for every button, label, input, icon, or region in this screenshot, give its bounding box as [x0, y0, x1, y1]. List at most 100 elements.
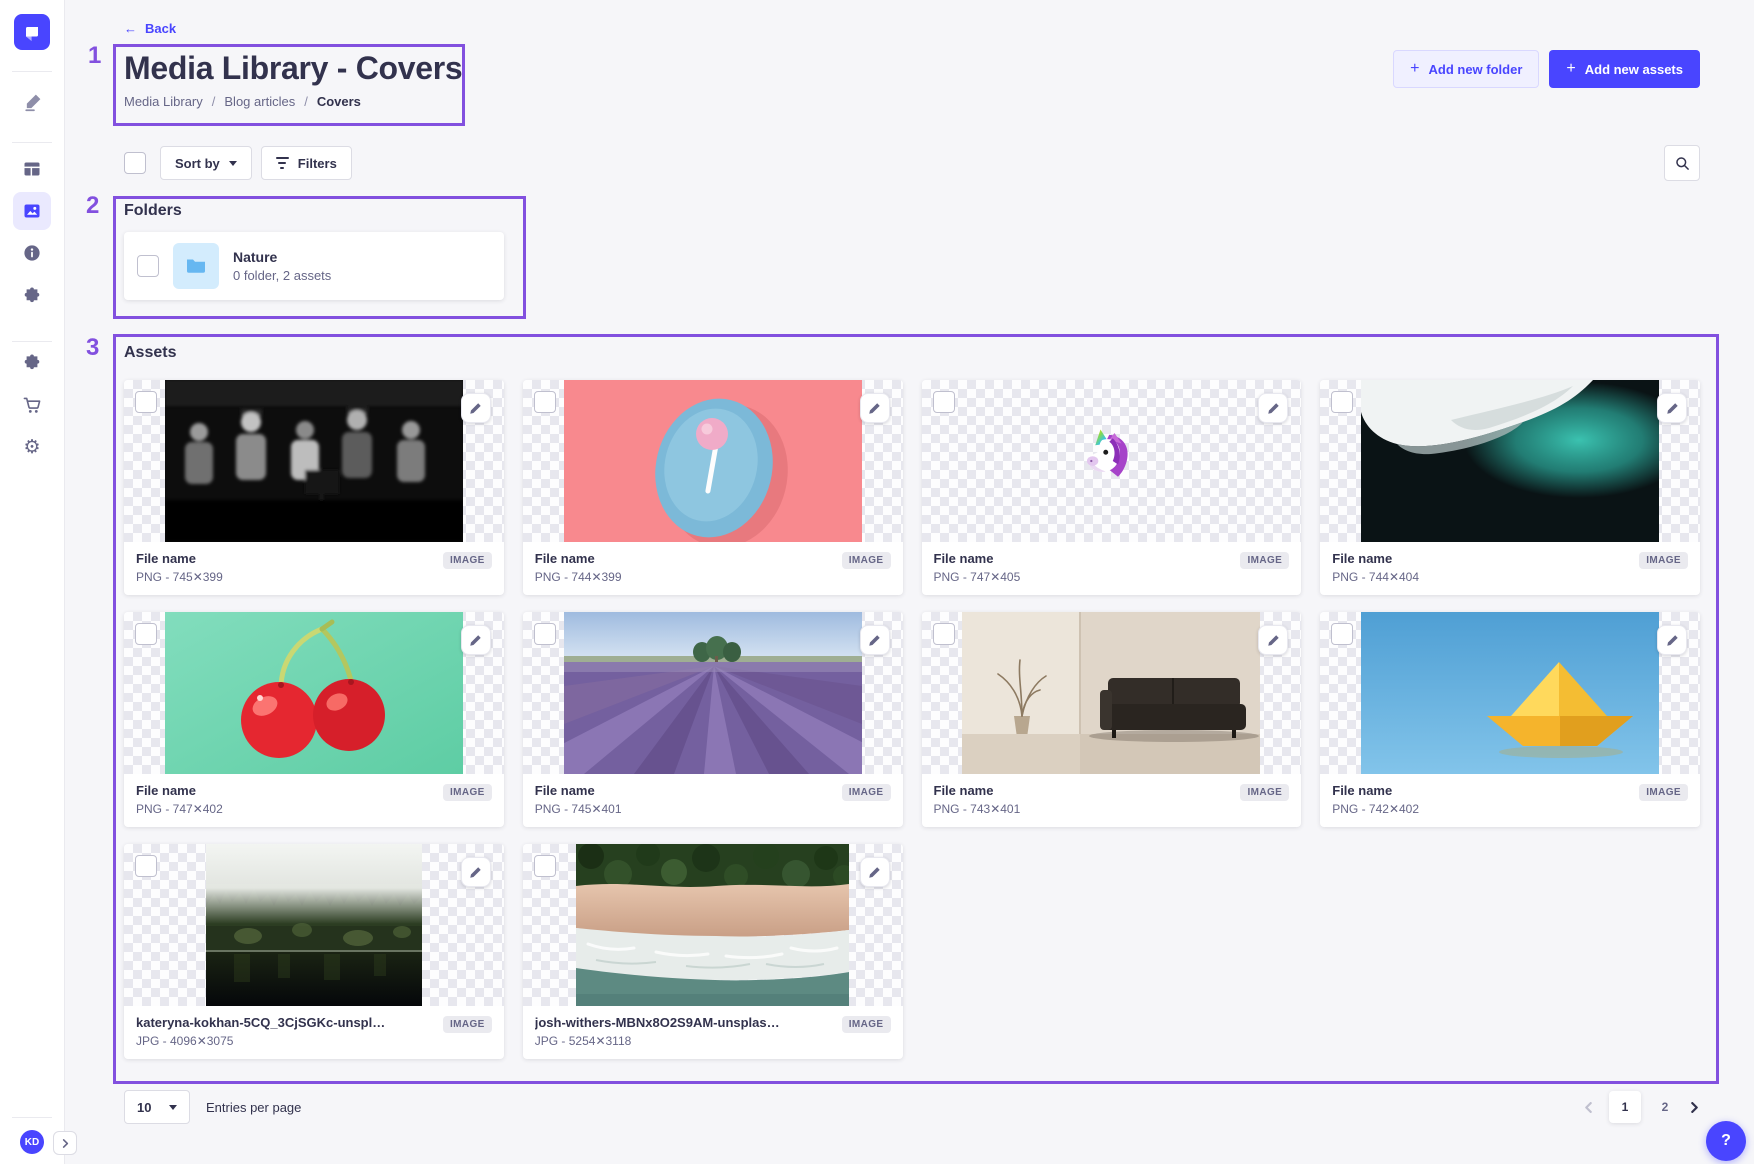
asset-file-dims: PNG - 745✕401: [535, 802, 622, 816]
breadcrumb: Media Library / Blog articles / Covers: [124, 94, 361, 109]
concert-band-art: [165, 380, 463, 542]
asset-card[interactable]: kateryna-kokhan-5CQ_3CjSGKc-unsplash.jpg…: [124, 844, 504, 1059]
media-library-page: ⚙ KD 1 2 3 ← Back Media Library - Covers…: [0, 0, 1754, 1164]
asset-file-name: josh-withers-MBNx8O2S9AM-unsplash.jpg: [535, 1015, 785, 1030]
chevron-right-icon: [61, 1139, 70, 1148]
sidebar-item-documentation[interactable]: [0, 240, 64, 266]
annotation-number-3: 3: [86, 334, 99, 362]
strapi-logo[interactable]: [14, 14, 50, 50]
page-2-button[interactable]: 2: [1656, 1100, 1674, 1114]
cherries-art: [165, 612, 463, 774]
sidebar-item-settings[interactable]: ⚙: [0, 434, 64, 460]
asset-card[interactable]: File name PNG - 743✕401 IMAGE: [922, 612, 1302, 827]
edit-asset-button[interactable]: [860, 393, 890, 423]
settings-gear-icon: ⚙: [23, 438, 40, 457]
pencil-icon: [1267, 634, 1280, 647]
asset-checkbox[interactable]: [933, 623, 955, 645]
asset-card[interactable]: File name PNG - 745✕399 IMAGE: [124, 380, 504, 595]
edit-asset-button[interactable]: [461, 625, 491, 655]
annotation-number-1: 1: [88, 42, 101, 70]
sidebar-collapse-button[interactable]: [53, 1131, 77, 1155]
filters-button[interactable]: Filters: [261, 146, 352, 180]
folder-checkbox[interactable]: [137, 255, 159, 277]
breadcrumb-current: Covers: [317, 94, 361, 109]
asset-file-name: File name: [136, 783, 223, 798]
edit-asset-button[interactable]: [1657, 625, 1687, 655]
back-arrow-icon: ←: [124, 21, 137, 36]
entries-per-page-select[interactable]: 10: [124, 1090, 190, 1124]
breadcrumb-separator: /: [304, 94, 308, 109]
edit-asset-button[interactable]: [1258, 393, 1288, 423]
asset-card[interactable]: File name PNG - 744✕399 IMAGE: [523, 380, 903, 595]
edit-asset-button[interactable]: [860, 857, 890, 887]
asset-meta: File name PNG - 747✕405 IMAGE: [922, 542, 1302, 595]
asset-file-name: File name: [136, 551, 223, 566]
asset-file-name: File name: [1332, 783, 1419, 798]
add-assets-label: Add new assets: [1585, 62, 1683, 77]
puzzle-icon: [22, 353, 42, 373]
user-avatar[interactable]: KD: [20, 1130, 44, 1154]
asset-checkbox[interactable]: [1331, 623, 1353, 645]
sidebar-item-content-type-builder[interactable]: [0, 156, 64, 182]
iceberg-art: [1361, 380, 1659, 542]
asset-file-dims: PNG - 745✕399: [136, 570, 223, 584]
asset-card[interactable]: File name PNG - 745✕401 IMAGE: [523, 612, 903, 827]
asset-card[interactable]: File name PNG - 747✕402 IMAGE: [124, 612, 504, 827]
breadcrumb-blog-articles[interactable]: Blog articles: [224, 94, 295, 109]
sidebar-item-marketplace[interactable]: [0, 392, 64, 418]
annotation-number-2: 2: [86, 192, 99, 220]
asset-type-badge: IMAGE: [1240, 784, 1289, 801]
breadcrumb-media-library[interactable]: Media Library: [124, 94, 203, 109]
asset-checkbox[interactable]: [135, 855, 157, 877]
pencil-icon: [1666, 634, 1679, 647]
asset-checkbox[interactable]: [534, 391, 556, 413]
asset-card[interactable]: File name PNG - 742✕402 IMAGE: [1320, 612, 1700, 827]
chevron-left-icon: [1583, 1102, 1594, 1113]
asset-file-dims: JPG - 5254✕3118: [535, 1034, 785, 1048]
sidebar-item-media-library[interactable]: [13, 192, 51, 230]
plus-icon: +: [1410, 61, 1419, 77]
asset-card[interactable]: File name PNG - 747✕405 IMAGE: [922, 380, 1302, 595]
edit-asset-button[interactable]: [1657, 393, 1687, 423]
pencil-icon: [469, 402, 482, 415]
asset-meta: File name PNG - 745✕399 IMAGE: [124, 542, 504, 595]
asset-checkbox[interactable]: [135, 623, 157, 645]
puzzle-icon: [22, 286, 42, 306]
aerial-beach-art: [576, 844, 849, 1006]
next-page-button[interactable]: [1689, 1102, 1700, 1113]
content-manager-icon: [22, 92, 43, 113]
asset-card[interactable]: File name PNG - 744✕404 IMAGE: [1320, 380, 1700, 595]
asset-checkbox[interactable]: [534, 623, 556, 645]
sidebar-item-plugin-2[interactable]: [0, 350, 64, 376]
folder-name: Nature: [233, 249, 331, 265]
filter-icon: [276, 157, 289, 169]
main-nav-sidebar: ⚙ KD: [0, 0, 65, 1164]
edit-asset-button[interactable]: [461, 857, 491, 887]
sidebar-item-content-manager[interactable]: [0, 89, 64, 115]
entries-label: Entries per page: [206, 1100, 301, 1115]
page-1-button[interactable]: 1: [1609, 1091, 1641, 1123]
help-button[interactable]: ?: [1706, 1121, 1746, 1161]
sort-by-button[interactable]: Sort by: [160, 146, 252, 180]
select-all-checkbox[interactable]: [124, 152, 146, 174]
asset-card[interactable]: josh-withers-MBNx8O2S9AM-unsplash.jpg JP…: [523, 844, 903, 1059]
edit-asset-button[interactable]: [461, 393, 491, 423]
asset-meta: File name PNG - 744✕404 IMAGE: [1320, 542, 1700, 595]
add-new-assets-button[interactable]: + Add new assets: [1549, 50, 1700, 88]
search-button[interactable]: [1664, 145, 1700, 181]
folder-card-nature[interactable]: Nature 0 folder, 2 assets: [124, 232, 504, 300]
plus-icon: +: [1566, 61, 1575, 77]
asset-meta: josh-withers-MBNx8O2S9AM-unsplash.jpg JP…: [523, 1006, 903, 1059]
folder-meta: 0 folder, 2 assets: [233, 268, 331, 283]
back-link[interactable]: ← Back: [124, 21, 176, 36]
page-title: Media Library - Covers: [124, 50, 462, 87]
asset-checkbox[interactable]: [1331, 391, 1353, 413]
asset-checkbox[interactable]: [933, 391, 955, 413]
asset-checkbox[interactable]: [534, 855, 556, 877]
asset-meta: File name PNG - 747✕402 IMAGE: [124, 774, 504, 827]
add-new-folder-button[interactable]: + Add new folder: [1393, 50, 1539, 88]
edit-asset-button[interactable]: [1258, 625, 1288, 655]
sidebar-item-plugin[interactable]: [0, 283, 64, 309]
asset-checkbox[interactable]: [135, 391, 157, 413]
edit-asset-button[interactable]: [860, 625, 890, 655]
